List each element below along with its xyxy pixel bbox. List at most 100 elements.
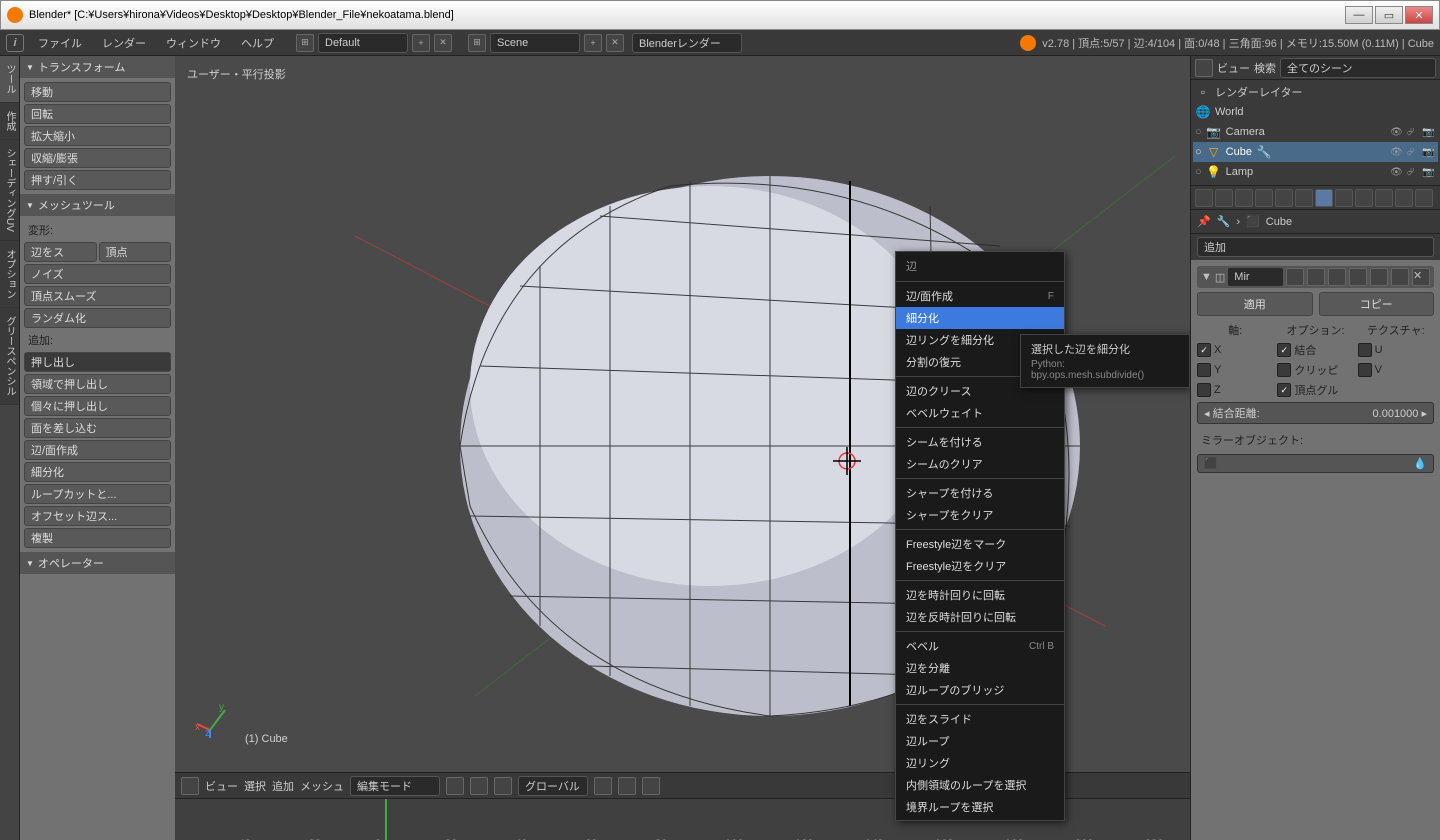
manipulator-icon[interactable] [494, 777, 512, 795]
scene-browse-button[interactable]: ⊞ [468, 34, 486, 52]
smooth-vertex-button[interactable]: 頂点スムーズ [24, 286, 171, 306]
apply-button[interactable]: 適用 [1197, 292, 1313, 316]
vgroup-checkbox[interactable] [1277, 383, 1291, 397]
render-icon[interactable]: 📷 [1422, 167, 1436, 178]
outliner-row-renderlayer[interactable]: ▫ レンダーレイター [1193, 82, 1438, 102]
header-add-menu[interactable]: 追加 [272, 778, 294, 794]
outliner-editor-icon[interactable] [1195, 59, 1213, 77]
prop-tab-render[interactable] [1195, 189, 1213, 207]
mod-delete[interactable]: ✕ [1412, 268, 1430, 286]
texture-u-checkbox[interactable] [1358, 343, 1372, 357]
scene-remove-button[interactable]: ✕ [606, 34, 624, 52]
context-menu-item[interactable]: シームを付ける [896, 431, 1064, 453]
mod-move-down[interactable] [1391, 268, 1409, 286]
cursor-icon[interactable]: ⮰ [1406, 147, 1420, 158]
push-pull-button[interactable]: 押す/引く [24, 170, 171, 190]
header-view-menu[interactable]: ビュー [205, 778, 238, 794]
tab-shading-uv[interactable]: シェーディングUV [0, 140, 19, 241]
prop-tab-object[interactable] [1275, 189, 1293, 207]
prop-tab-constraints[interactable] [1295, 189, 1313, 207]
window-maximize-button[interactable]: ▭ [1375, 6, 1403, 24]
context-menu-item[interactable]: 辺を反時計回りに回転 [896, 606, 1064, 628]
context-menu-item[interactable]: Freestyle辺をマーク [896, 533, 1064, 555]
outliner-row-cube[interactable]: ○ ▽ Cube 🔧 👁⮰📷 [1193, 142, 1438, 162]
prop-tab-particles[interactable] [1395, 189, 1413, 207]
layout-remove-button[interactable]: ✕ [434, 34, 452, 52]
mod-move-up[interactable] [1370, 268, 1388, 286]
vertex-button[interactable]: 頂点 [99, 242, 172, 262]
operator-panel-header[interactable]: オペレーター [20, 552, 175, 574]
context-menu-item[interactable]: 辺ループのブリッジ [896, 679, 1064, 701]
context-menu-item[interactable]: シャープを付ける [896, 482, 1064, 504]
rotate-button[interactable]: 回転 [24, 104, 171, 124]
mod-render-toggle[interactable] [1286, 268, 1304, 286]
outliner-filter-dropdown[interactable]: 全てのシーン [1280, 58, 1436, 78]
menu-render[interactable]: レンダー [96, 33, 152, 53]
context-menu-item[interactable]: 辺をスライド [896, 708, 1064, 730]
transform-panel-header[interactable]: トランスフォーム [20, 56, 175, 78]
prop-tab-material[interactable] [1355, 189, 1373, 207]
menu-file[interactable]: ファイル [32, 33, 88, 53]
render-icon[interactable]: 📷 [1422, 127, 1436, 138]
info-editor-icon[interactable]: i [6, 34, 24, 52]
outliner-search-menu[interactable]: 検索 [1254, 60, 1276, 76]
render-engine-dropdown[interactable]: Blenderレンダー [632, 33, 742, 53]
proportional-icon[interactable] [642, 777, 660, 795]
prop-tab-world[interactable] [1255, 189, 1273, 207]
add-modifier-dropdown[interactable]: 追加 [1197, 237, 1434, 257]
tab-create[interactable]: 作成 [0, 103, 19, 140]
window-minimize-button[interactable]: — [1345, 6, 1373, 24]
context-menu-item[interactable]: 辺を時計回りに回転 [896, 584, 1064, 606]
prop-tab-physics[interactable] [1415, 189, 1433, 207]
mod-cage-toggle[interactable] [1349, 268, 1367, 286]
mode-dropdown[interactable]: 編集モード [350, 776, 440, 796]
context-menu-item[interactable]: 細分化 [896, 307, 1064, 329]
prop-tab-texture[interactable] [1375, 189, 1393, 207]
3d-viewport[interactable]: ユーザー・平行投影 [175, 56, 1190, 840]
meshtools-panel-header[interactable]: メッシュツール [20, 194, 175, 216]
context-menu-item[interactable]: ベベルCtrl B [896, 635, 1064, 657]
layout-dropdown[interactable]: Default [318, 33, 408, 53]
render-icon[interactable]: 📷 [1422, 147, 1436, 158]
context-menu-item[interactable]: Freestyle辺をクリア [896, 555, 1064, 577]
snap-icon[interactable] [618, 777, 636, 795]
extrude-region-button[interactable]: 領域で押し出し [24, 374, 171, 394]
copy-button[interactable]: コピー [1319, 292, 1435, 316]
scale-button[interactable]: 拡大縮小 [24, 126, 171, 146]
header-select-menu[interactable]: 選択 [244, 778, 266, 794]
make-edge-face-button[interactable]: 辺/面作成 [24, 440, 171, 460]
outliner-row-world[interactable]: 🌐 World [1193, 102, 1438, 122]
pin-icon[interactable]: 📌 [1197, 215, 1211, 228]
window-close-button[interactable]: ✕ [1405, 6, 1433, 24]
pivot-icon[interactable] [470, 777, 488, 795]
menu-help[interactable]: ヘルプ [235, 33, 280, 53]
tab-tools[interactable]: ツール [0, 56, 19, 103]
merge-distance-field[interactable]: ◂ 結合距離: 0.001000 ▸ [1197, 402, 1434, 424]
extrude-individual-button[interactable]: 個々に押し出し [24, 396, 171, 416]
modifier-name-field[interactable]: Mir [1228, 268, 1283, 286]
eye-icon[interactable]: 👁 [1390, 167, 1404, 178]
extrude-dropdown[interactable]: 押し出し [24, 352, 171, 372]
axis-x-checkbox[interactable] [1197, 343, 1211, 357]
outliner-row-lamp[interactable]: ○ 💡 Lamp 👁⮰📷 [1193, 162, 1438, 182]
context-menu-item[interactable]: 辺ループ [896, 730, 1064, 752]
layers-icon[interactable] [594, 777, 612, 795]
mod-editmode-toggle[interactable] [1328, 268, 1346, 286]
mirror-object-field[interactable]: ⬛💧 [1197, 454, 1434, 473]
outliner-view-menu[interactable]: ビュー [1217, 60, 1250, 76]
translate-button[interactable]: 移動 [24, 82, 171, 102]
merge-checkbox[interactable] [1277, 343, 1291, 357]
loop-cut-button[interactable]: ループカットと... [24, 484, 171, 504]
prop-tab-scene[interactable] [1235, 189, 1253, 207]
context-menu-item[interactable]: 辺を分離 [896, 657, 1064, 679]
outliner-row-camera[interactable]: ○ 📷 Camera 👁⮰📷 [1193, 122, 1438, 142]
scene-add-button[interactable]: + [584, 34, 602, 52]
cursor-icon[interactable]: ⮰ [1406, 167, 1420, 178]
prop-tab-modifiers[interactable] [1315, 189, 1333, 207]
cursor-icon[interactable]: ⮰ [1406, 127, 1420, 138]
eye-icon[interactable]: 👁 [1390, 147, 1404, 158]
context-menu-item[interactable]: ベベルウェイト [896, 402, 1064, 424]
context-menu-item[interactable]: 境界ループを選択 [896, 796, 1064, 818]
editor-type-icon[interactable] [181, 777, 199, 795]
context-menu-item[interactable]: 内側領域のループを選択 [896, 774, 1064, 796]
